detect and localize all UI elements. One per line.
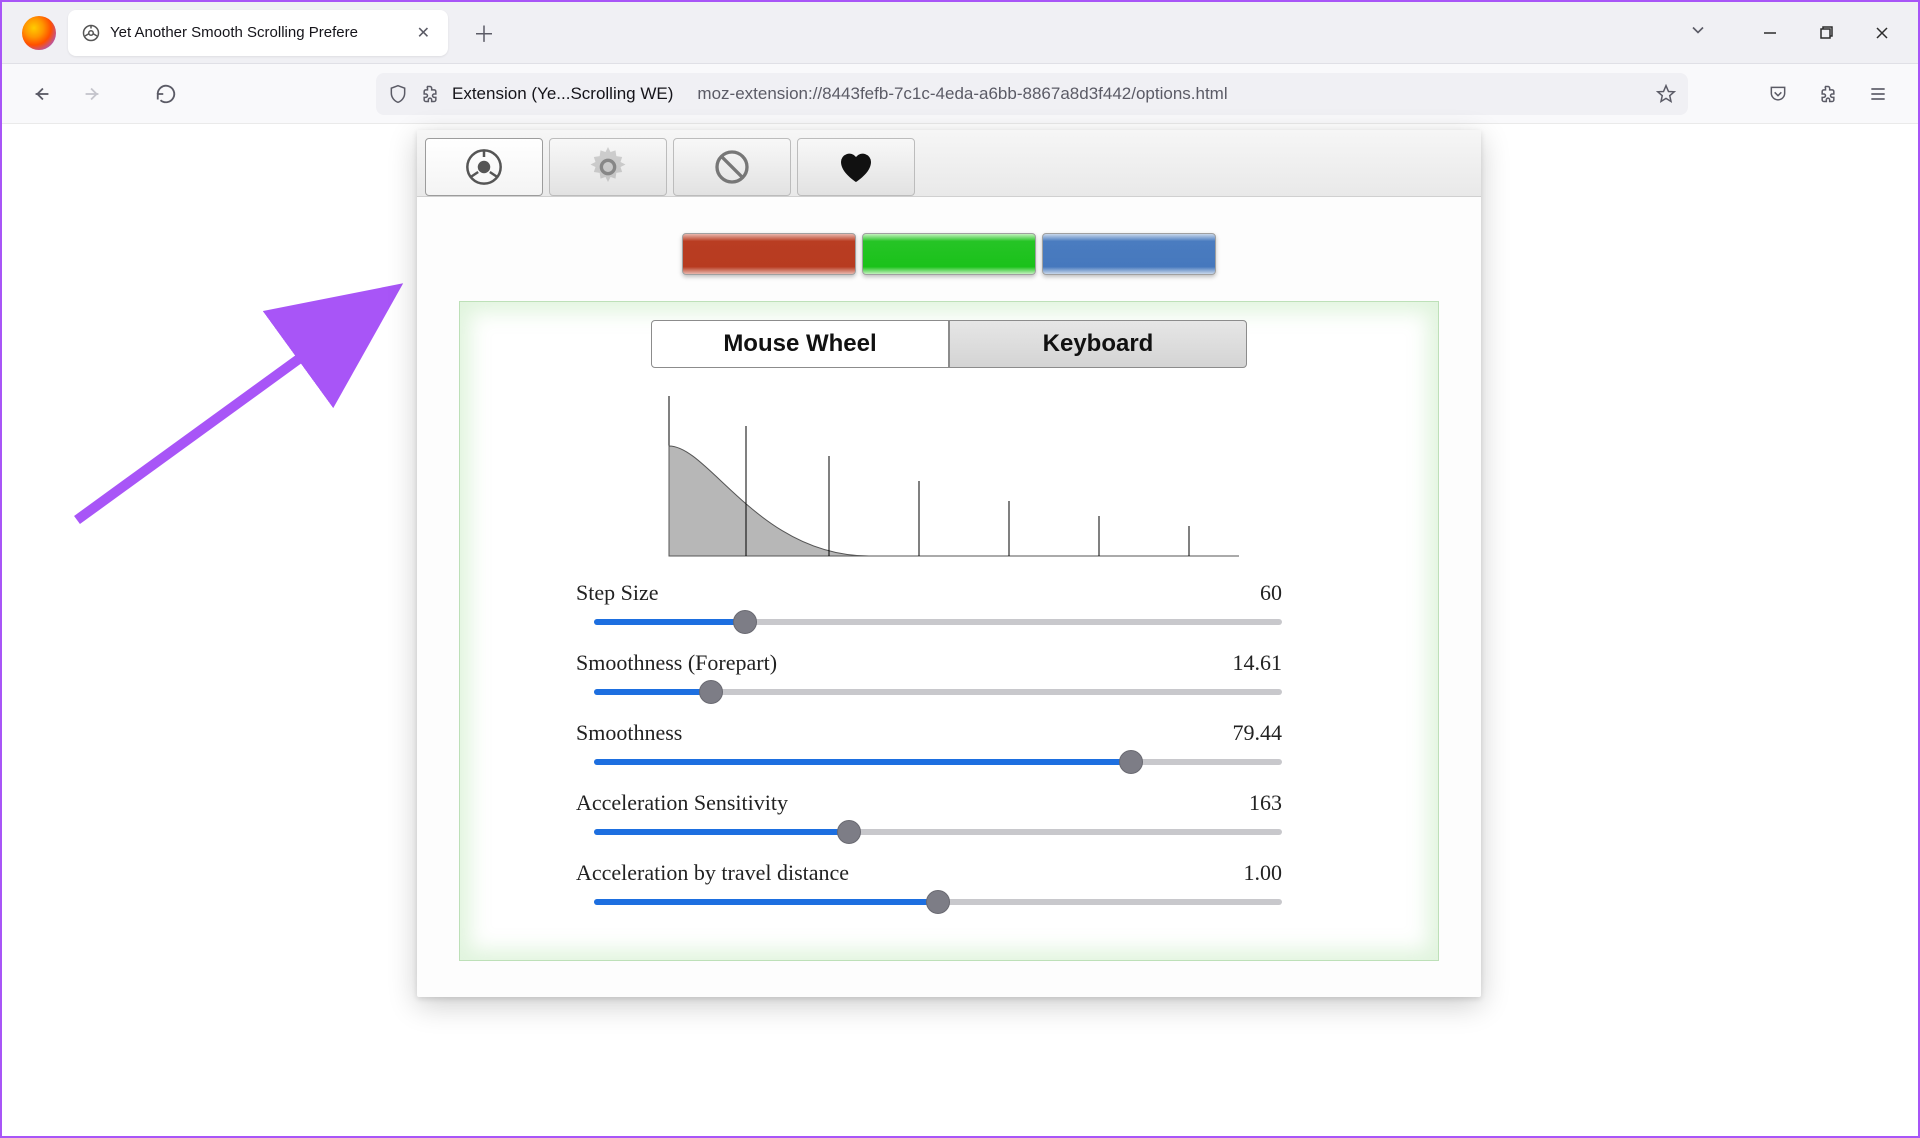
address-bar[interactable]: Extension (Ye...Scrolling WE) moz-extens… <box>376 73 1688 115</box>
nav-forward-button[interactable] <box>72 74 112 114</box>
setting-value: 14.61 <box>1233 650 1283 676</box>
tab-main-icon-steering[interactable] <box>425 138 543 196</box>
window-close-button[interactable] <box>1854 10 1910 56</box>
tabs-dropdown-button[interactable] <box>1654 20 1742 45</box>
pocket-button[interactable] <box>1758 74 1798 114</box>
steering-wheel-icon <box>82 24 100 42</box>
setting-label: Smoothness <box>576 720 682 746</box>
slider[interactable] <box>594 892 1282 912</box>
preset-green-button[interactable] <box>862 233 1036 275</box>
preset-blue-button[interactable] <box>1042 233 1216 275</box>
setting-value: 79.44 <box>1233 720 1283 746</box>
window-maximize-button[interactable] <box>1798 10 1854 56</box>
settings-panel: Mouse Wheel Keyboard Step Size 60 Smoothne… <box>459 301 1439 961</box>
extensions-button[interactable] <box>1808 74 1848 114</box>
preset-red-button[interactable] <box>682 233 856 275</box>
input-mode-tabs: Mouse Wheel Keyboard <box>552 320 1346 368</box>
setting-value: 1.00 <box>1244 860 1283 886</box>
preset-row <box>417 197 1481 301</box>
tab-title: Yet Another Smooth Scrolling Prefere <box>110 24 403 41</box>
tab-settings-icon-gear[interactable] <box>549 138 667 196</box>
slider[interactable] <box>594 822 1282 842</box>
subtab-mouse-wheel[interactable]: Mouse Wheel <box>651 320 949 368</box>
window-minimize-button[interactable] <box>1742 10 1798 56</box>
setting-3: Acceleration Sensitivity 163 <box>576 790 1282 842</box>
subtab-keyboard[interactable]: Keyboard <box>949 320 1247 368</box>
setting-1: Smoothness (Forepart) 14.61 <box>576 650 1282 702</box>
firefox-logo-icon <box>22 16 56 50</box>
setting-label: Smoothness (Forepart) <box>576 650 777 676</box>
tab-about-icon-heart[interactable] <box>797 138 915 196</box>
setting-4: Acceleration by travel distance 1.00 <box>576 860 1282 912</box>
tab-close-button[interactable]: ✕ <box>413 23 434 43</box>
setting-2: Smoothness 79.44 <box>576 720 1282 772</box>
slider[interactable] <box>594 612 1282 632</box>
nav-reload-button[interactable] <box>146 74 186 114</box>
app-menu-button[interactable] <box>1858 74 1898 114</box>
page-content: Mouse Wheel Keyboard Step Size 60 Smoothne… <box>2 124 1918 1136</box>
browser-title-bar: Yet Another Smooth Scrolling Prefere ✕ ＋ <box>2 2 1918 64</box>
setting-label: Acceleration Sensitivity <box>576 790 788 816</box>
options-card: Mouse Wheel Keyboard Step Size 60 Smoothne… <box>417 130 1481 997</box>
tab-blocklist-icon-ban[interactable] <box>673 138 791 196</box>
setting-label: Step Size <box>576 580 659 606</box>
browser-tab[interactable]: Yet Another Smooth Scrolling Prefere ✕ <box>68 10 448 56</box>
browser-nav-bar: Extension (Ye...Scrolling WE) moz-extens… <box>2 64 1918 124</box>
extension-name-label: Extension (Ye...Scrolling WE) <box>452 84 673 104</box>
new-tab-button[interactable]: ＋ <box>466 15 502 51</box>
slider[interactable] <box>594 682 1282 702</box>
setting-value: 163 <box>1249 790 1282 816</box>
main-tab-bar <box>417 130 1481 197</box>
url-text: moz-extension://8443fefb-7c1c-4eda-a6bb-… <box>697 84 1644 104</box>
bookmark-star-icon[interactable] <box>1656 84 1676 104</box>
easing-graph <box>649 386 1249 566</box>
setting-value: 60 <box>1260 580 1282 606</box>
extension-icon <box>420 84 440 104</box>
shield-icon <box>388 84 408 104</box>
setting-0: Step Size 60 <box>576 580 1282 632</box>
slider[interactable] <box>594 752 1282 772</box>
nav-back-button[interactable] <box>22 74 62 114</box>
setting-label: Acceleration by travel distance <box>576 860 849 886</box>
annotation-arrow <box>57 270 417 540</box>
